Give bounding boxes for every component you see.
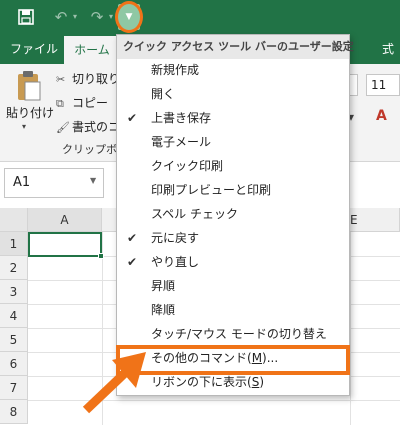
row-header-4[interactable]: 4 [0,304,28,328]
customize-qat-button[interactable]: ▼ [118,4,140,30]
menu-item[interactable]: 降順 [117,299,349,322]
font-color-icon[interactable]: A [376,108,387,124]
redo-icon[interactable]: ↷ [86,6,108,28]
font-size-value: 11 [371,78,387,92]
row-header-6[interactable]: 6 [0,352,28,376]
copy-button[interactable]: ⧉ コピー [56,94,108,111]
menu-header: クイック アクセス ツール バーのユーザー設定 [117,35,354,59]
select-all-corner[interactable] [0,208,28,232]
menu-item-label: 上書き保存 [151,111,212,125]
column-header-e[interactable]: E [350,208,400,232]
redo-dropdown-icon[interactable]: ▾ [106,6,116,28]
dropdown-arrow-icon: ▼ [125,12,133,22]
more-commands-key: M [251,351,263,365]
checkmark-icon: ✔ [127,231,138,245]
menu-item-label: 電子メール [151,135,212,149]
more-commands-prefix: その他のコマンド( [151,351,252,365]
menu-item-label: 元に戻す [151,231,200,245]
row-header-8[interactable]: 8 [0,400,28,424]
menu-item-label: やり直し [151,255,200,269]
menu-item[interactable]: タッチ/マウス モードの切り替え [117,323,349,346]
scissors-icon: ✂ [56,73,66,86]
menu-item-label: クイック印刷 [151,159,224,173]
column-header-a[interactable]: A [28,208,102,232]
menu-item-label: スペル チェック [151,207,238,221]
menu-item-label: 開く [151,87,176,101]
fill-handle[interactable] [98,253,104,259]
checkmark-icon: ✔ [127,111,138,125]
menu-item-label: タッチ/マウス モードの切り替え [151,327,327,341]
row-header-5[interactable]: 5 [0,328,28,352]
menu-item[interactable]: 新規作成 [117,59,349,82]
paste-label[interactable]: 貼り付け [6,104,54,121]
undo-dropdown-icon[interactable]: ▾ [70,6,80,28]
format-painter-label: 書式のコ [72,120,121,134]
selected-cell-a1[interactable] [28,232,102,257]
menu-item[interactable]: 電子メール [117,131,349,154]
row-header-2[interactable]: 2 [0,256,28,280]
row-header-7[interactable]: 7 [0,376,28,400]
quick-access-toolbar: ↶ ▾ ↷ ▾ ▼ [0,0,400,34]
row-header-3[interactable]: 3 [0,280,28,304]
show-below-suffix: ) [259,375,264,389]
menu-item[interactable]: ✔ 元に戻す [117,227,349,250]
save-icon[interactable] [14,6,38,28]
cut-button[interactable]: ✂ 切り取り [56,70,120,87]
copy-icon: ⧉ [56,97,64,110]
tab-formulas-partial[interactable]: 式 [382,34,394,64]
annotation-arrow-icon [82,352,146,414]
tab-file[interactable]: ファイル [10,34,58,64]
more-commands-suffix: )... [262,351,279,365]
format-painter-button[interactable]: 🖌 書式のコ [56,118,120,135]
menu-item[interactable]: ✔ 上書き保存 [117,107,349,130]
name-box-value: A1 [13,175,31,190]
brush-icon: 🖌 [56,121,70,134]
chevron-down-icon[interactable]: ▼ [90,176,96,185]
menu-item[interactable]: クイック印刷 [117,155,349,178]
menu-item-label: 降順 [151,303,176,317]
copy-label: コピー [72,96,109,110]
name-box[interactable]: A1 [4,168,104,198]
menu-item-label: 新規作成 [151,63,200,77]
checkmark-icon: ✔ [127,255,138,269]
paste-dropdown-icon[interactable]: ▾ [22,122,26,131]
tab-home[interactable]: ホーム [64,36,120,64]
cut-label: 切り取り [72,72,121,86]
customize-qat-menu: クイック アクセス ツール バーのユーザー設定 新規作成開く ✔ 上書き保存電子メー… [116,34,354,396]
menu-item[interactable]: 昇順 [117,275,349,298]
menu-item[interactable]: 開く [117,83,349,106]
menu-item[interactable]: ✔ やり直し [117,251,349,274]
menu-item-label: 昇順 [151,279,176,293]
paste-icon[interactable] [16,70,42,102]
menu-item[interactable]: スペル チェック [117,203,349,226]
menu-item[interactable]: 印刷プレビューと印刷 [117,179,349,202]
row-header-1[interactable]: 1 [0,232,28,256]
font-size-box[interactable]: 11 [366,74,400,96]
show-below-prefix: リボンの下に表示( [151,375,252,389]
undo-icon[interactable]: ↶ [50,6,72,28]
menu-item-label: 印刷プレビューと印刷 [151,183,272,197]
